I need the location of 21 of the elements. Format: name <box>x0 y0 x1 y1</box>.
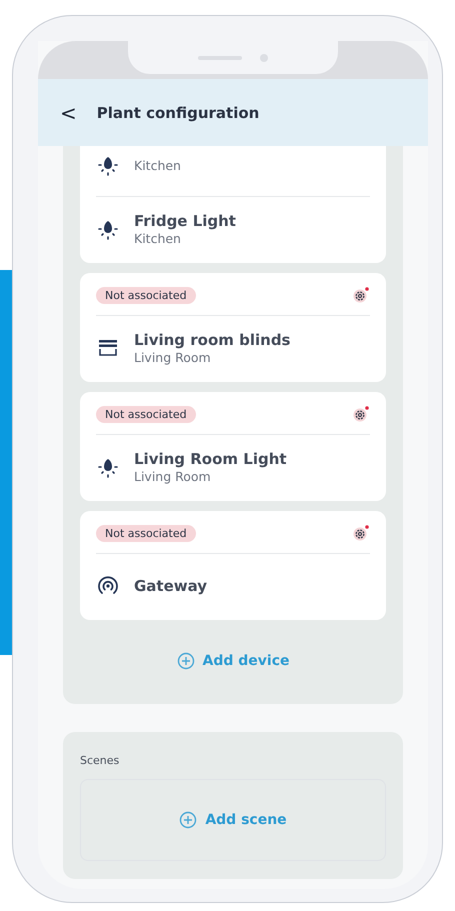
settings-icon[interactable] <box>352 524 370 542</box>
page-title: Plant configuration <box>96 104 260 122</box>
device-name: Living room blinds <box>134 331 290 349</box>
device-room: Kitchen <box>134 231 182 246</box>
plus-circle-icon <box>179 811 198 829</box>
settings-icon[interactable] <box>352 405 370 423</box>
device-name: Fridge Light <box>134 212 236 230</box>
add-scene-button[interactable]: Add scene <box>179 811 287 829</box>
device-room: Living Room <box>134 469 212 484</box>
device-room: Kitchen <box>134 158 181 172</box>
add-device-button[interactable]: Add device <box>176 630 290 684</box>
status-badge: Not associated <box>96 406 196 422</box>
status-badge: Not associated <box>96 286 196 304</box>
section-label: Scenes <box>80 754 120 767</box>
back-button[interactable]: < <box>60 100 77 124</box>
status-badge: Not associated <box>96 524 196 542</box>
device-name: Living Room Light <box>134 450 287 468</box>
plus-circle-icon <box>176 652 194 670</box>
device-room: Living Room <box>134 350 212 365</box>
settings-icon[interactable] <box>352 286 370 304</box>
device-name: Gateway <box>134 577 208 595</box>
